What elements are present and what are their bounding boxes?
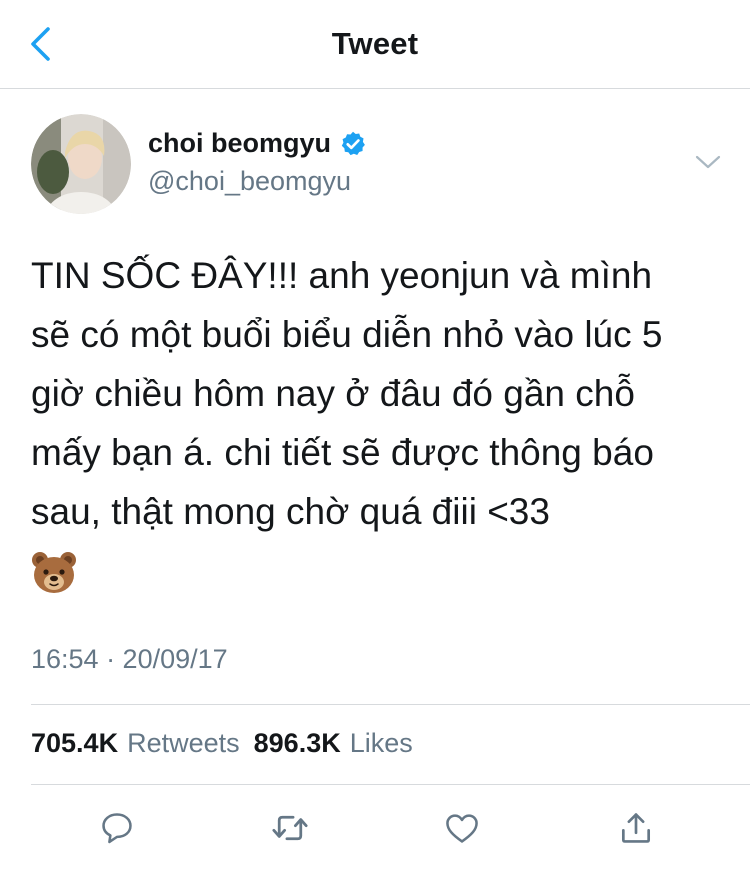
chevron-down-icon bbox=[695, 155, 721, 169]
engagement-stats: 705.4K Retweets 896.3K Likes bbox=[31, 728, 427, 759]
reply-button[interactable] bbox=[95, 806, 139, 850]
divider bbox=[31, 704, 750, 705]
share-button[interactable] bbox=[614, 806, 658, 850]
reply-icon bbox=[102, 813, 132, 844]
top-navigation-bar: Tweet bbox=[0, 0, 750, 89]
share-icon bbox=[621, 813, 651, 843]
tweet-options-button[interactable] bbox=[690, 148, 726, 176]
like-button[interactable] bbox=[440, 806, 484, 850]
tweet-text: TIN SỐC ĐÂY!!! anh yeonjun và mình sẽ có… bbox=[31, 255, 663, 532]
author-avatar[interactable] bbox=[31, 114, 131, 214]
likes-count[interactable]: 896.3K bbox=[254, 728, 341, 759]
tweet-timestamp[interactable]: 16:54 · 20/09/17 bbox=[31, 644, 228, 675]
retweets-label[interactable]: Retweets bbox=[127, 728, 240, 759]
bear-face-emoji bbox=[31, 550, 77, 596]
verified-badge-icon bbox=[339, 130, 367, 158]
retweets-count[interactable]: 705.4K bbox=[31, 728, 118, 759]
author-name: choi beomgyu bbox=[148, 128, 332, 158]
page-title: Tweet bbox=[331, 26, 419, 61]
retweet-icon bbox=[272, 815, 308, 841]
author-handle[interactable]: @choi_beomgyu bbox=[148, 166, 351, 197]
divider bbox=[31, 784, 750, 785]
likes-label[interactable]: Likes bbox=[350, 728, 413, 759]
avatar-image bbox=[31, 114, 131, 214]
author-name-row[interactable]: choi beomgyu bbox=[148, 128, 367, 159]
like-icon bbox=[446, 814, 478, 843]
retweet-button[interactable] bbox=[268, 806, 312, 850]
